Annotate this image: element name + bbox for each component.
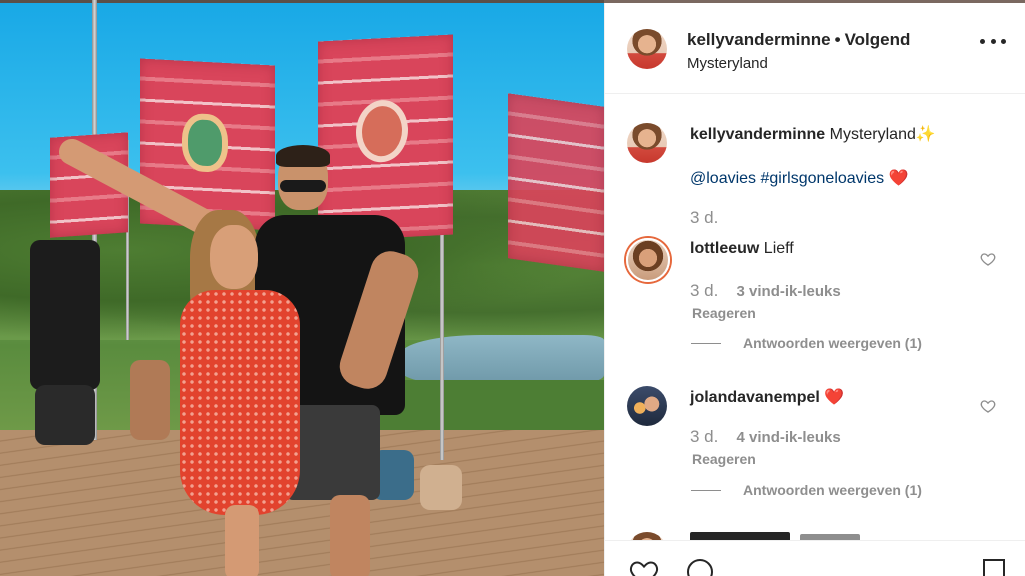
flag-emblem xyxy=(182,112,228,174)
comments-list: kellyvanderminne Mysteryland✨ @loavies #… xyxy=(605,95,1025,535)
mention-link[interactable]: @loavies xyxy=(690,170,756,187)
comment-meta: 3 d. 3 vind-ik-leuks xyxy=(690,281,841,301)
photo-lake xyxy=(400,335,604,385)
reply-button[interactable]: Reageren xyxy=(692,451,756,467)
commenter-avatar[interactable] xyxy=(627,386,667,426)
comment-like-heart-icon[interactable] xyxy=(980,251,996,267)
caption-username[interactable]: kellyvanderminne xyxy=(690,126,825,143)
photo-man-hair xyxy=(276,145,330,167)
photo-top-strip xyxy=(0,0,604,3)
photo-bystander xyxy=(35,385,95,445)
photo-flag xyxy=(318,34,453,242)
view-replies-button[interactable]: Antwoorden weergeven (1) xyxy=(691,482,922,498)
post-author-username[interactable]: kellyvanderminne xyxy=(687,30,831,49)
photo-woman-dress xyxy=(180,290,300,515)
photo-bystander xyxy=(30,240,100,390)
caption-age[interactable]: 3 d. xyxy=(690,208,718,228)
view-replies-label: Antwoorden weergeven (1) xyxy=(743,482,922,498)
more-options-icon[interactable] xyxy=(980,31,1006,51)
author-avatar[interactable] xyxy=(627,29,667,69)
post-photo[interactable] xyxy=(0,0,604,576)
comment-username[interactable]: jolandavanempel xyxy=(690,389,820,406)
follow-status-button[interactable]: Volgend xyxy=(845,30,911,49)
caption-text: Mysteryland xyxy=(829,126,916,143)
photo-flag xyxy=(508,93,604,272)
reply-button[interactable]: Reageren xyxy=(692,305,756,321)
post-side-panel: kellyvanderminne • Volgend Mysteryland kel… xyxy=(604,0,1025,576)
caption-line: kellyvanderminne Mysteryland✨ xyxy=(690,124,936,144)
heart-emoji: ❤️ xyxy=(888,170,909,187)
comment-username[interactable]: lottleeuw xyxy=(690,240,759,257)
comment-text: Lieff xyxy=(763,240,794,257)
header-separator: • xyxy=(834,30,841,49)
bookmark-icon[interactable] xyxy=(979,557,1009,576)
heart-icon[interactable] xyxy=(629,557,659,576)
comment-line: lottleeuw Lieff xyxy=(690,240,794,258)
post-header: kellyvanderminne • Volgend Mysteryland xyxy=(605,3,1025,94)
caption-author-avatar[interactable] xyxy=(627,123,667,163)
view-replies-label: Antwoorden weergeven (1) xyxy=(743,335,922,351)
heart-emoji: ❤️ xyxy=(824,389,845,406)
view-replies-button[interactable]: Antwoorden weergeven (1) xyxy=(691,335,922,351)
panel-top-strip xyxy=(604,0,1025,3)
post-location[interactable]: Mysteryland xyxy=(687,55,768,72)
post-author-line: kellyvanderminne • Volgend xyxy=(687,30,910,50)
flag-emblem xyxy=(356,98,408,164)
hashtag-link[interactable]: #girlsgoneloavies xyxy=(761,170,885,187)
photo-bystander xyxy=(420,465,462,510)
caption-tags-line: @loavies #girlsgoneloavies ❤️ xyxy=(690,168,909,188)
comment-line: jolandavanempel ❤️ xyxy=(690,387,844,407)
photo-woman-leg xyxy=(225,505,259,576)
photo-woman-face xyxy=(210,225,258,289)
comment-age[interactable]: 3 d. xyxy=(690,281,718,300)
comment-like-heart-icon[interactable] xyxy=(980,398,996,414)
replies-divider xyxy=(691,489,721,491)
photo-man-sunglasses xyxy=(280,180,326,192)
comment-age[interactable]: 3 d. xyxy=(690,427,718,446)
comment-icon[interactable] xyxy=(685,557,715,576)
post-action-bar xyxy=(605,540,1025,576)
sparkle-emoji: ✨ xyxy=(915,126,936,143)
comment-likes[interactable]: 3 vind-ik-leuks xyxy=(737,283,841,300)
comment-likes[interactable]: 4 vind-ik-leuks xyxy=(737,429,841,446)
photo-bystander xyxy=(130,360,170,440)
comment-meta: 3 d. 4 vind-ik-leuks xyxy=(690,427,841,447)
commenter-avatar[interactable] xyxy=(626,238,670,282)
photo-man-leg xyxy=(330,495,370,576)
replies-divider xyxy=(691,342,721,344)
